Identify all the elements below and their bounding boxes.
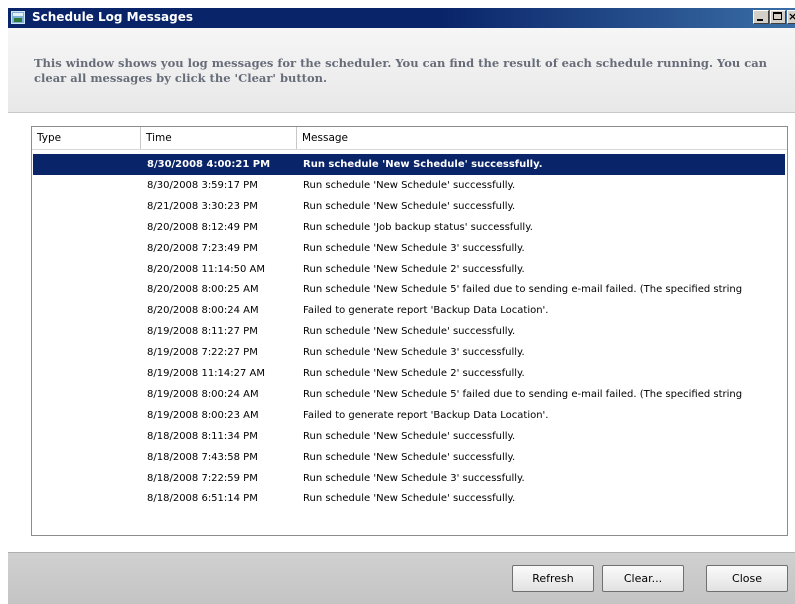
list-header: Type Time Message bbox=[32, 127, 787, 150]
table-row[interactable]: ×Error8/20/2008 8:00:25 AMRun schedule '… bbox=[33, 279, 785, 300]
close-button[interactable]: Close bbox=[706, 565, 788, 592]
cell-time: 8/19/2008 11:14:27 AM bbox=[147, 368, 266, 379]
cell-message: Run schedule 'New Schedule' successfully… bbox=[303, 179, 516, 191]
description-text: This window shows you log messages for t… bbox=[34, 56, 768, 85]
table-row[interactable]: Information8/18/2008 7:43:58 PMRun sched… bbox=[33, 447, 785, 468]
table-row[interactable]: Information8/19/2008 7:22:27 PMRun sched… bbox=[33, 342, 785, 363]
cell-time: 8/20/2008 8:00:25 AM bbox=[147, 284, 259, 296]
cell-message: Run schedule 'New Schedule' successfully… bbox=[303, 159, 543, 170]
cell-time: 8/30/2008 3:59:17 PM bbox=[147, 179, 258, 191]
table-row[interactable]: Information8/21/2008 3:30:23 PMRun sched… bbox=[33, 196, 785, 217]
cell-time: 8/19/2008 8:00:24 AM bbox=[147, 388, 259, 400]
cell-time: 8/21/2008 3:30:23 PM bbox=[147, 200, 258, 212]
cell-time: 8/18/2008 6:51:14 PM bbox=[147, 493, 258, 505]
column-header-message[interactable]: Message bbox=[297, 127, 787, 149]
table-row[interactable]: Information8/20/2008 8:12:49 PMRun sched… bbox=[33, 217, 785, 238]
cell-message: Run schedule 'New Schedule 5' failed due… bbox=[303, 388, 743, 400]
cell-message: Run schedule 'New Schedule 3' successful… bbox=[303, 347, 525, 359]
table-row[interactable]: Information8/30/2008 4:00:21 PMRun sched… bbox=[33, 154, 785, 175]
clear-button[interactable]: Clear... bbox=[602, 565, 684, 592]
cell-message: Failed to generate report 'Backup Data L… bbox=[303, 409, 549, 421]
table-row[interactable]: Information8/18/2008 6:51:14 PMRun sched… bbox=[33, 488, 785, 509]
cell-time: 8/18/2008 8:11:34 PM bbox=[147, 430, 258, 442]
maximize-button[interactable] bbox=[770, 10, 786, 24]
close-window-button[interactable]: × bbox=[787, 10, 795, 24]
table-row[interactable]: Information8/18/2008 7:22:59 PMRun sched… bbox=[33, 468, 785, 489]
minimize-icon bbox=[757, 19, 763, 21]
table-row[interactable]: Information8/19/2008 8:11:27 PMRun sched… bbox=[33, 321, 785, 342]
cell-message: Run schedule 'New Schedule' successfully… bbox=[303, 451, 516, 463]
column-header-type[interactable]: Type bbox=[32, 127, 141, 149]
table-row[interactable]: Information8/30/2008 3:59:17 PMRun sched… bbox=[33, 175, 785, 196]
cell-message: Run schedule 'New Schedule 5' failed due… bbox=[303, 284, 743, 296]
table-row[interactable]: Information8/18/2008 8:11:34 PMRun sched… bbox=[33, 426, 785, 447]
cell-time: 8/18/2008 7:22:59 PM bbox=[147, 472, 258, 484]
table-row[interactable]: ×Error8/20/2008 8:00:24 AMFailed to gene… bbox=[33, 300, 785, 321]
cell-time: 8/20/2008 8:00:24 AM bbox=[147, 305, 259, 317]
minimize-button[interactable] bbox=[753, 10, 769, 24]
cell-time: 8/20/2008 11:14:50 AM bbox=[147, 263, 266, 275]
cell-time: 8/19/2008 7:22:27 PM bbox=[147, 347, 258, 359]
close-icon: × bbox=[788, 10, 795, 23]
cell-message: Run schedule 'New Schedule 2' successful… bbox=[303, 263, 525, 275]
title-bar[interactable]: Schedule Log Messages × bbox=[8, 8, 795, 28]
column-header-time[interactable]: Time bbox=[141, 127, 297, 149]
table-row[interactable]: Information8/20/2008 7:23:49 PMRun sched… bbox=[33, 238, 785, 259]
app-icon bbox=[11, 11, 25, 24]
log-message-list[interactable]: Type Time Message Information8/30/2008 4… bbox=[31, 126, 788, 536]
table-row[interactable]: ×Error8/19/2008 8:00:24 AMRun schedule '… bbox=[33, 384, 785, 405]
cell-time: 8/30/2008 4:00:21 PM bbox=[147, 159, 271, 170]
refresh-button[interactable]: Refresh bbox=[512, 565, 594, 592]
cell-message: Run schedule 'New Schedule 2' successful… bbox=[303, 368, 525, 379]
window-title: Schedule Log Messages bbox=[32, 10, 193, 24]
cell-message: Run schedule 'New Schedule' successfully… bbox=[303, 430, 516, 442]
maximize-icon bbox=[773, 12, 782, 20]
cell-message: Failed to generate report 'Backup Data L… bbox=[303, 305, 549, 317]
cell-time: 8/19/2008 8:11:27 PM bbox=[147, 326, 258, 338]
table-row[interactable]: Information8/20/2008 11:14:50 AMRun sche… bbox=[33, 259, 785, 280]
cell-message: Run schedule 'New Schedule 3' successful… bbox=[303, 472, 525, 484]
cell-time: 8/19/2008 8:00:23 AM bbox=[147, 409, 259, 421]
cell-message: Run schedule 'Job backup status' success… bbox=[303, 221, 533, 233]
cell-message: Run schedule 'New Schedule' successfully… bbox=[303, 200, 516, 212]
cell-time: 8/18/2008 7:43:58 PM bbox=[147, 451, 258, 463]
cell-time: 8/20/2008 7:23:49 PM bbox=[147, 242, 258, 254]
description-panel: This window shows you log messages for t… bbox=[8, 28, 795, 113]
table-row[interactable]: ×Error8/19/2008 8:00:23 AMFailed to gene… bbox=[33, 405, 785, 426]
table-row[interactable]: Information8/19/2008 11:14:27 AMRun sche… bbox=[33, 363, 785, 384]
cell-message: Run schedule 'New Schedule' successfully… bbox=[303, 493, 516, 505]
cell-message: Run schedule 'New Schedule 3' successful… bbox=[303, 242, 525, 254]
cell-message: Run schedule 'New Schedule' successfully… bbox=[303, 326, 516, 338]
cell-time: 8/20/2008 8:12:49 PM bbox=[147, 221, 258, 233]
